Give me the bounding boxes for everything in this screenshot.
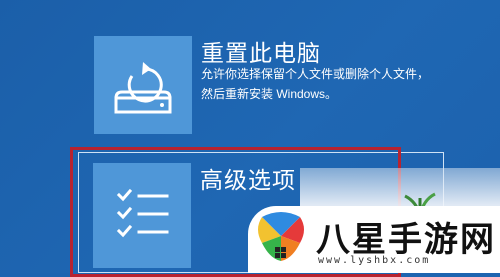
reset-pc-description: 允许你选择保留个人文件或删除个人文件，然后重新安装 Windows。 (201, 67, 430, 101)
watermark-url: www.lyshbx.com (318, 255, 431, 266)
reset-pc-icon (114, 62, 172, 114)
reset-pc-option[interactable]: 重置此电脑 允许你选择保留个人文件或删除个人文件，然后重新安装 Windows。 (80, 0, 440, 140)
reset-pc-title: 重置此电脑 (201, 40, 321, 66)
watermark-brand: 八星手游网 (316, 221, 496, 259)
reset-pc-tile (94, 36, 192, 134)
brand-logo-icon (258, 212, 304, 261)
